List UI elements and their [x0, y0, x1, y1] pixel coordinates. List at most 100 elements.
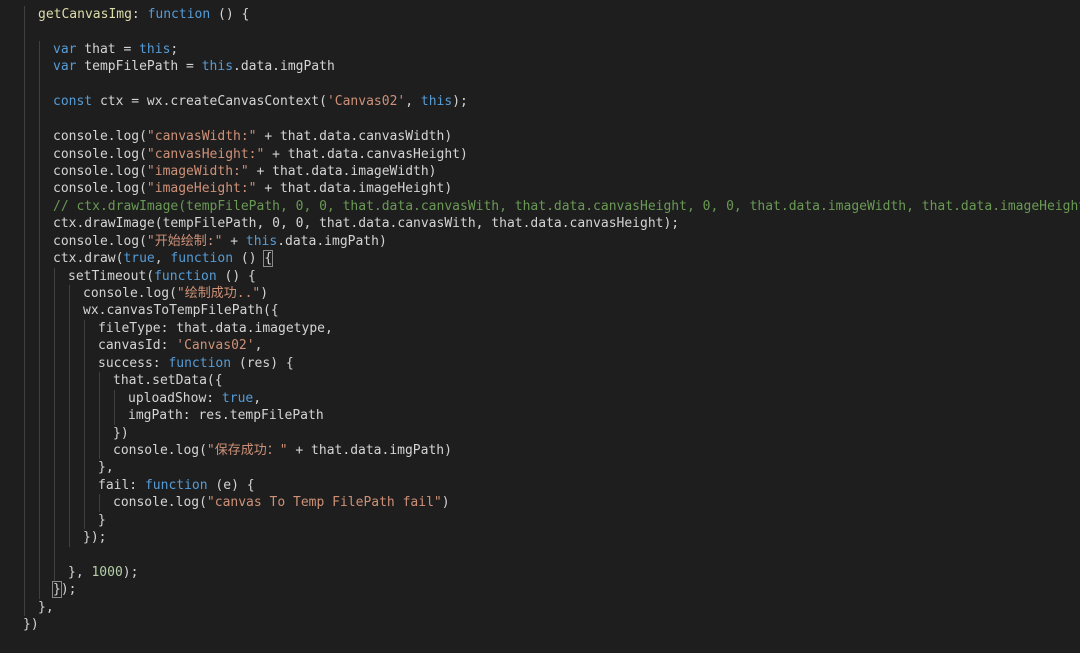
indent-guide: [39, 546, 40, 564]
code-token: console.log(: [113, 495, 207, 511]
code-line[interactable]: ctx.draw(true, function () {: [0, 250, 1080, 268]
indent-guide: [39, 250, 40, 268]
code-line[interactable]: // ctx.drawImage(tempFilePath, 0, 0, tha…: [0, 197, 1080, 216]
line-content: imgPath: res.tempFilePath: [128, 407, 324, 424]
line-content: console.log("保存成功：" + that.data.imgPath): [113, 442, 452, 459]
code-token: function: [168, 355, 232, 371]
code-line[interactable]: [0, 23, 1080, 41]
code-line[interactable]: setTimeout(function () {: [0, 267, 1080, 285]
line-content: }, 1000);: [68, 564, 138, 581]
code-line[interactable]: },: [0, 598, 1080, 617]
indent-guide: [24, 319, 25, 338]
code-line[interactable]: fileType: that.data.imagetype,: [0, 319, 1080, 338]
code-token: (): [233, 251, 265, 267]
code-line[interactable]: imgPath: res.tempFilePath: [0, 407, 1080, 425]
code-token: function: [144, 477, 208, 493]
indent-guide: [24, 180, 25, 198]
code-line[interactable]: });: [0, 529, 1080, 547]
code-line[interactable]: }): [0, 616, 1080, 633]
code-line[interactable]: console.log("imageWidth:" + that.data.im…: [0, 162, 1080, 181]
code-token: }: [98, 512, 106, 528]
code-line[interactable]: console.log("开始绘制:" + this.data.imgPath): [0, 232, 1080, 251]
indent-guide: [54, 494, 55, 512]
indent-guide: [69, 337, 70, 355]
indent-guide: [69, 354, 70, 373]
code-line[interactable]: }): [0, 424, 1080, 442]
code-area[interactable]: getCanvasImg: function () { var that = th…: [0, 6, 1080, 634]
indent-guide: [69, 529, 70, 547]
code-line[interactable]: console.log("绘制成功.."): [0, 285, 1080, 303]
code-line[interactable]: uploadShow: true,: [0, 389, 1080, 408]
code-line[interactable]: var that = this;: [0, 40, 1080, 59]
indent-guide: [54, 389, 55, 408]
code-token: );: [452, 94, 468, 110]
code-line[interactable]: [0, 546, 1080, 564]
indent-guide: [69, 459, 70, 477]
code-token: success:: [98, 355, 169, 371]
code-line[interactable]: });: [0, 581, 1080, 599]
code-token: 'Canvas02': [326, 94, 406, 110]
indent-guide: [24, 285, 25, 303]
code-token: this: [201, 59, 234, 75]
code-token: var: [53, 41, 77, 57]
code-token: );: [60, 582, 77, 598]
indent-guide: [54, 441, 55, 460]
code-editor[interactable]: getCanvasImg: function () { var that = th…: [0, 0, 1080, 653]
code-token: 'Canvas02': [176, 338, 255, 354]
indent-guide: [69, 285, 70, 303]
indent-guide: [69, 441, 70, 460]
code-token: "canvasHeight:": [146, 146, 265, 162]
code-line[interactable]: },: [0, 459, 1080, 477]
code-line[interactable]: [0, 110, 1080, 129]
indent-guide: [84, 511, 85, 530]
code-token: function: [170, 251, 234, 267]
code-line[interactable]: }: [0, 511, 1080, 530]
indent-guide: [24, 581, 25, 599]
code-token: console.log(: [53, 129, 147, 145]
indent-guide: [24, 215, 25, 233]
indent-guide: [24, 162, 25, 181]
indent-guide: [39, 232, 40, 251]
code-token: ctx.drawImage(tempFilePath, 0, 0, that.d…: [53, 216, 680, 232]
indent-guide: [114, 389, 115, 408]
code-line[interactable]: console.log("imageHeight:" + that.data.i…: [0, 180, 1080, 198]
code-line[interactable]: wx.canvasToTempFilePath({: [0, 302, 1080, 320]
code-line[interactable]: }, 1000);: [0, 564, 1080, 582]
code-token: (res) {: [231, 355, 294, 371]
code-line[interactable]: that.setData({: [0, 372, 1080, 390]
code-token: imgPath: res.tempFilePath: [128, 408, 324, 424]
indent-guide: [84, 407, 85, 425]
line-content: console.log("canvasWidth:" + that.data.c…: [53, 128, 452, 145]
indent-guide: [24, 232, 25, 251]
code-line[interactable]: const ctx = wx.createCanvasContext('Canv…: [0, 93, 1080, 111]
code-line[interactable]: [0, 75, 1080, 94]
code-line[interactable]: console.log("canvas To Temp FilePath fai…: [0, 494, 1080, 512]
code-line[interactable]: fail: function (e) {: [0, 476, 1080, 495]
code-token: "绘制成功..": [176, 286, 261, 301]
indent-guide: [54, 354, 55, 373]
indent-guide: [24, 407, 25, 425]
code-token: console.log(: [53, 181, 147, 197]
indent-guide: [69, 424, 70, 442]
indent-guide: [24, 564, 25, 582]
code-line[interactable]: console.log("保存成功：" + that.data.imgPath): [0, 441, 1080, 460]
indent-guide: [69, 494, 70, 512]
code-token: ): [441, 495, 450, 511]
indent-guide: [24, 459, 25, 477]
code-line[interactable]: getCanvasImg: function () {: [0, 6, 1080, 24]
code-token: this: [139, 41, 171, 57]
code-token: "imageWidth:": [146, 163, 249, 179]
code-token: );: [122, 565, 139, 580]
indent-guide: [39, 145, 40, 163]
code-line[interactable]: console.log("canvasHeight:" + that.data.…: [0, 145, 1080, 163]
code-line[interactable]: console.log("canvasWidth:" + that.data.c…: [0, 128, 1080, 146]
line-content: console.log("imageWidth:" + that.data.im…: [53, 163, 437, 180]
code-line[interactable]: success: function (res) {: [0, 354, 1080, 373]
indent-guide: [39, 75, 40, 94]
code-line[interactable]: canvasId: 'Canvas02',: [0, 337, 1080, 355]
code-line[interactable]: var tempFilePath = this.data.imgPath: [0, 58, 1080, 76]
indent-guide: [39, 407, 40, 425]
code-token: + that.data.imageWidth): [248, 163, 437, 179]
indent-guide: [24, 441, 25, 460]
code-line[interactable]: ctx.drawImage(tempFilePath, 0, 0, that.d…: [0, 215, 1080, 233]
